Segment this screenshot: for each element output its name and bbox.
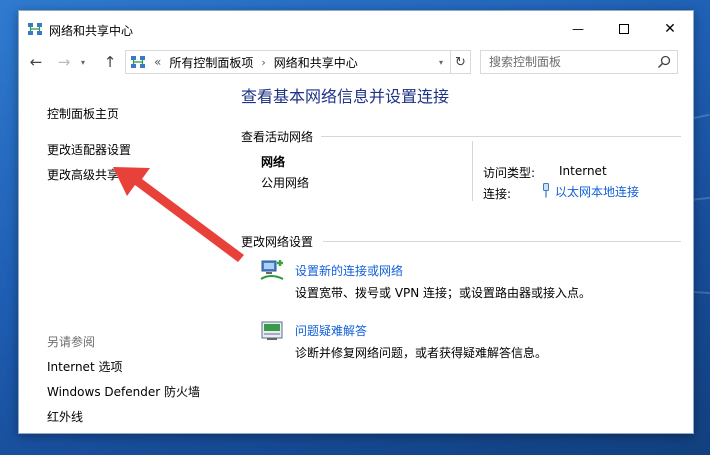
up-arrow-icon: ↑ [103, 53, 117, 71]
up-button[interactable]: ↑ [99, 52, 121, 72]
magnifier-icon[interactable] [657, 55, 671, 69]
network-center-icon [131, 56, 145, 68]
minimize-button[interactable]: — [555, 11, 601, 47]
forward-arrow-icon: → [57, 53, 71, 71]
see-also-heading: 另请参阅 [47, 335, 96, 349]
infrared-link[interactable]: 红外线 [47, 408, 83, 425]
access-type-value: Internet [559, 164, 607, 178]
back-arrow-icon: ← [29, 53, 43, 71]
maximize-icon [619, 24, 629, 34]
windows-defender-firewall-link[interactable]: Windows Defender 防火墙 [47, 383, 200, 400]
network-center-icon [28, 23, 42, 35]
vertical-divider [472, 141, 473, 201]
close-button[interactable]: ✕ [647, 11, 693, 47]
breadcrumb-all-control-panel-items[interactable]: 所有控制面板项 [169, 54, 253, 71]
network-category[interactable]: 公用网络 [261, 174, 309, 191]
internet-options-link[interactable]: Internet 选项 [47, 358, 122, 375]
breadcrumb-overflow[interactable]: « [154, 55, 161, 69]
network-sharing-center-window: 网络和共享中心 — ✕ ← → ▾ ↑ « 所有控制面板项 › 网络和共享中心 … [18, 10, 694, 434]
troubleshoot-problems-description: 诊断并修复网络问题，或者获得疑难解答信息。 [295, 346, 548, 360]
change-network-settings-heading: 更改网络设置 [241, 235, 314, 249]
refresh-icon: ↻ [455, 54, 466, 70]
network-name: 网络 [261, 155, 286, 169]
connection-label: 连接: [483, 187, 512, 201]
minimize-icon: — [572, 22, 584, 36]
setup-new-connection-link[interactable]: 设置新的连接或网络 [295, 262, 403, 279]
back-button[interactable]: ← [25, 52, 47, 72]
title-bar[interactable]: 网络和共享中心 — ✕ [19, 11, 693, 47]
access-type-label: 访问类型: [483, 166, 536, 180]
connection-link[interactable]: 以太网本地连接 [541, 183, 639, 200]
search-input[interactable] [481, 52, 651, 72]
connection-name[interactable]: 以太网本地连接 [555, 185, 639, 199]
section-divider [323, 241, 681, 242]
maximize-button[interactable] [601, 11, 647, 47]
left-navigation-pane: 控制面板主页 更改适配器设置 更改高级共享设置 另请参阅 Internet 选项… [19, 75, 229, 433]
forward-button[interactable]: → [53, 52, 75, 72]
window-title: 网络和共享中心 [49, 24, 134, 38]
search-box[interactable] [480, 50, 678, 74]
change-advanced-sharing-settings-link[interactable]: 更改高级共享设置 [47, 166, 143, 183]
breadcrumb-network-sharing-center[interactable]: 网络和共享中心 [274, 54, 358, 71]
navigation-bar: ← → ▾ ↑ « 所有控制面板项 › 网络和共享中心 ▾ ↻ 搜索控制面板 [19, 49, 693, 75]
section-divider [321, 136, 681, 137]
address-dropdown-button[interactable]: ▾ [432, 51, 450, 73]
address-bar[interactable]: « 所有控制面板项 › 网络和共享中心 ▾ ↻ [125, 50, 471, 74]
close-icon: ✕ [664, 21, 676, 37]
control-panel-home-link[interactable]: 控制面板主页 [47, 105, 119, 122]
refresh-button[interactable]: ↻ [450, 51, 470, 73]
troubleshoot-problems-link[interactable]: 问题疑难解答 [295, 322, 367, 339]
ethernet-plug-icon [543, 183, 549, 198]
chevron-down-icon: ▾ [80, 57, 85, 67]
main-content: 查看基本网络信息并设置连接 查看活动网络 网络 公用网络 访问类型: Inter… [241, 75, 687, 433]
breadcrumb-separator[interactable]: › [261, 56, 265, 69]
recent-locations-dropdown[interactable]: ▾ [77, 52, 89, 72]
troubleshoot-icon [261, 321, 283, 340]
new-connection-icon [260, 260, 284, 280]
chevron-down-icon: ▾ [438, 57, 443, 67]
setup-new-connection-description: 设置宽带、拨号或 VPN 连接；或设置路由器或接入点。 [295, 286, 592, 300]
change-adapter-settings-link[interactable]: 更改适配器设置 [47, 141, 131, 158]
active-networks-heading: 查看活动网络 [241, 130, 314, 144]
page-title: 查看基本网络信息并设置连接 [241, 87, 450, 106]
